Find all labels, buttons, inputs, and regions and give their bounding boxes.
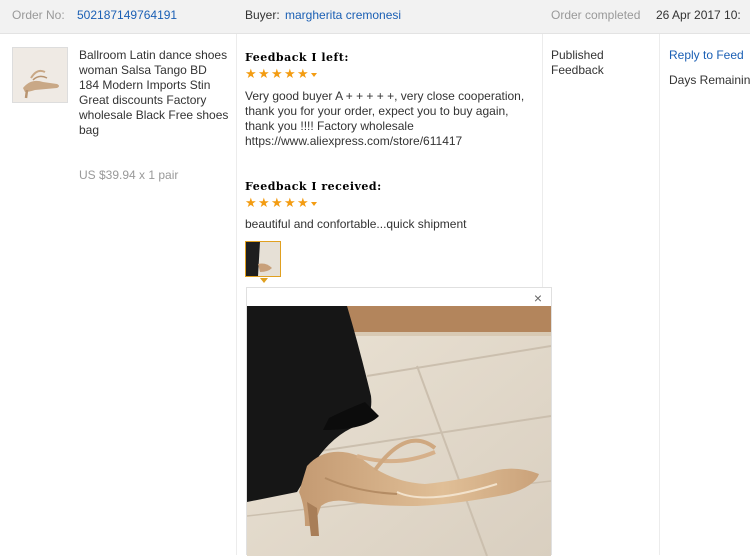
reply-to-feedback-link[interactable]: Reply to Feed: [669, 48, 744, 62]
feedback-status: Published Feedback: [551, 48, 604, 78]
buyer-label: Buyer:: [245, 8, 280, 22]
order-number-label: Order No:: [12, 8, 65, 22]
star-icon: ★: [297, 66, 309, 81]
days-remaining: Days Remainin: [669, 73, 750, 87]
selected-indicator: [260, 278, 268, 283]
product-thumbnail[interactable]: [12, 47, 68, 103]
star-icon: ★: [245, 195, 257, 210]
column-divider: [659, 34, 660, 555]
column-divider: [236, 34, 237, 555]
star-icon: ★: [284, 195, 296, 210]
product-title[interactable]: Ballroom Latin dance shoes woman Salsa T…: [79, 48, 229, 138]
order-date: 26 Apr 2017 10:: [656, 8, 741, 22]
order-header: Order No: 502187149764191 Buyer: margher…: [0, 0, 750, 34]
feedback-left-stars: ★★★★★: [245, 67, 317, 80]
feedback-received-stars: ★★★★★: [245, 196, 317, 209]
photo-popup: ×: [246, 287, 552, 556]
status-line: Published: [551, 48, 604, 62]
feedback-left-heading: Feedback I left:: [245, 51, 349, 64]
order-number-link[interactable]: 502187149764191: [77, 8, 177, 22]
buyer-name-link[interactable]: margherita cremonesi: [285, 8, 401, 22]
status-line: Feedback: [551, 63, 604, 77]
close-icon[interactable]: ×: [534, 291, 542, 305]
star-icon: ★: [245, 66, 257, 81]
product-price: US $39.94 x 1 pair: [79, 168, 179, 182]
feedback-received-text: beautiful and confortable...quick shipme…: [245, 217, 467, 231]
star-icon: ★: [284, 66, 296, 81]
caret-icon: [311, 201, 317, 206]
feedback-received-heading: Feedback I received:: [245, 180, 382, 193]
feedback-left-text: Very good buyer A + + + + +, very close …: [245, 89, 525, 148]
star-icon: ★: [297, 195, 309, 210]
star-icon: ★: [271, 66, 283, 81]
star-icon: ★: [258, 195, 270, 210]
buyer-photo-thumbnail[interactable]: [245, 241, 281, 277]
star-icon: ★: [258, 66, 270, 81]
order-status-label: Order completed: [551, 8, 641, 22]
caret-icon: [311, 72, 317, 77]
buyer-photo: [247, 306, 551, 556]
star-icon: ★: [271, 195, 283, 210]
